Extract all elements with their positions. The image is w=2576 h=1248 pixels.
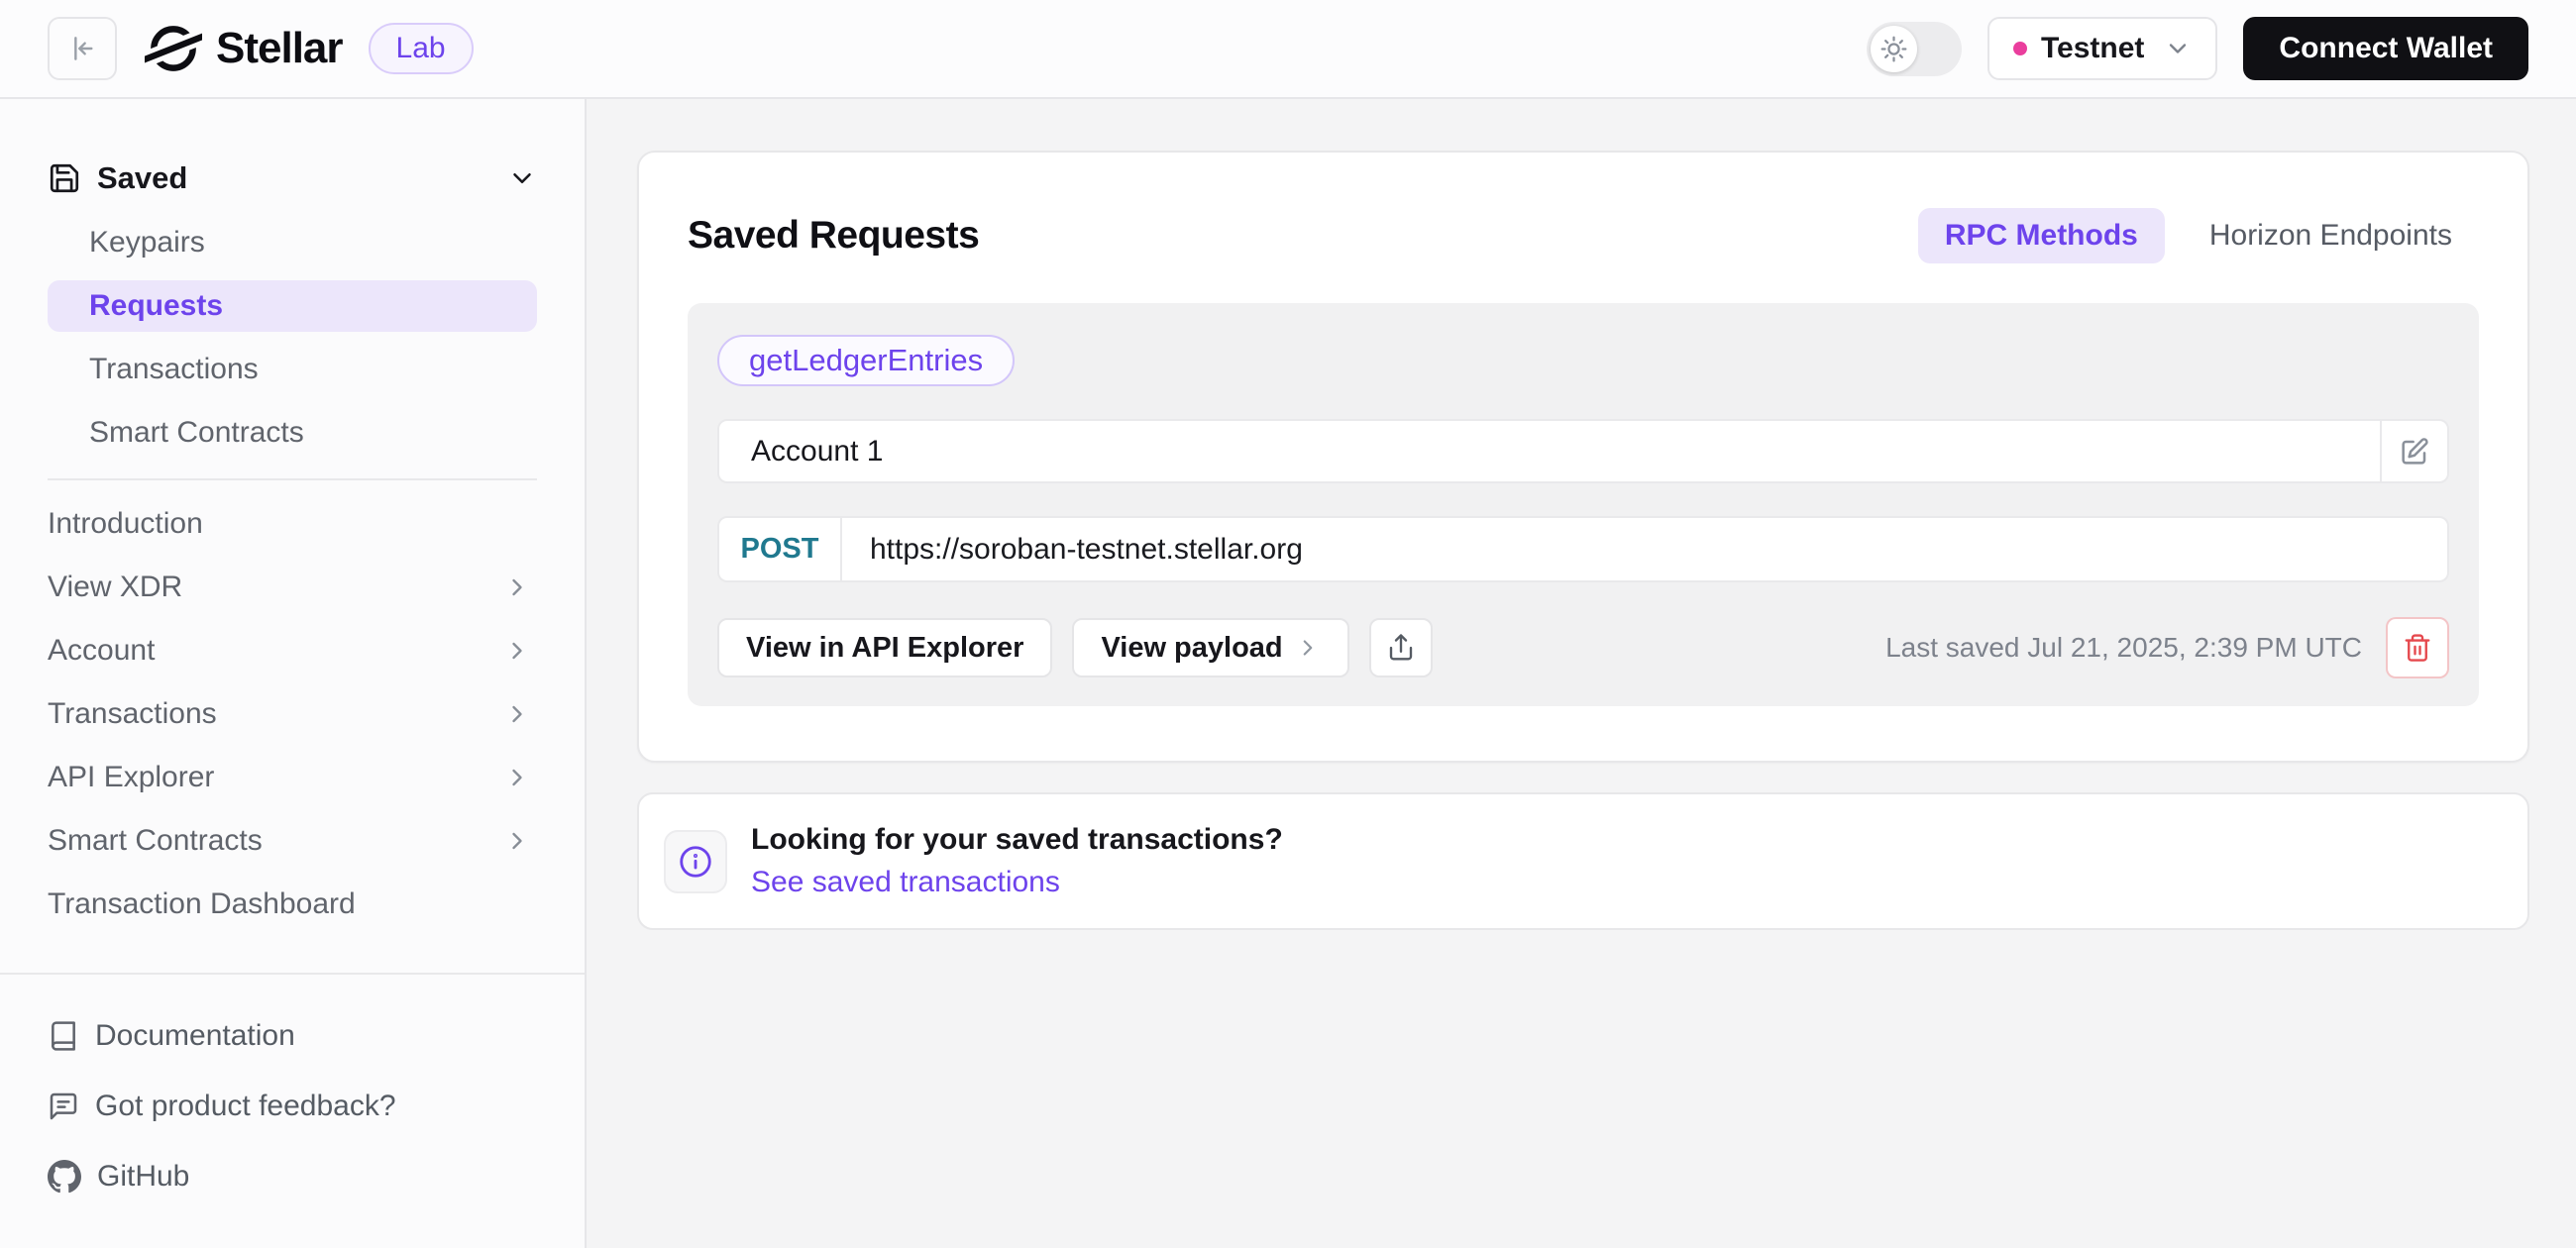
saved-requests-card: Saved Requests RPC Methods Horizon Endpo… xyxy=(637,151,2529,763)
sidebar-item-smart-contracts[interactable]: Smart Contracts xyxy=(48,407,537,459)
request-url-row: POST https://soroban-testnet.stellar.org xyxy=(717,516,2449,582)
sidebar-group-saved-label: Saved xyxy=(97,160,188,195)
http-method-label: POST xyxy=(740,533,819,565)
chevron-right-icon xyxy=(503,764,531,791)
top-header: Stellar Lab Testnet Connect Wallet xyxy=(0,0,2576,99)
connect-wallet-button[interactable]: Connect Wallet xyxy=(2243,17,2528,80)
chevron-right-icon xyxy=(1295,635,1321,661)
network-selector-label: Testnet xyxy=(2040,32,2145,64)
sidebar-item-smart-contracts-section[interactable]: Smart Contracts xyxy=(48,815,537,867)
sidebar-item-api-explorer[interactable]: API Explorer xyxy=(48,752,537,803)
sidebar-footer: Documentation Got product feedback? GitH… xyxy=(0,973,585,1248)
github-icon xyxy=(48,1160,81,1194)
info-box-title: Looking for your saved transactions? xyxy=(751,823,1283,856)
request-type-tabs: RPC Methods Horizon Endpoints xyxy=(1917,208,2479,263)
chevron-down-icon xyxy=(507,163,537,193)
chevron-right-icon xyxy=(503,637,531,665)
request-actions-row: View in API Explorer View payload Last s… xyxy=(717,617,2449,678)
collapse-sidebar-icon xyxy=(66,33,98,64)
sidebar-item-transaction-dashboard[interactable]: Transaction Dashboard xyxy=(48,879,537,930)
sidebar: Saved Keypairs Requests Transactions Sma… xyxy=(0,99,587,1248)
view-payload-button[interactable]: View payload xyxy=(1072,618,1349,677)
saved-transactions-info-box: Looking for your saved transactions? See… xyxy=(637,792,2529,930)
see-saved-transactions-link[interactable]: See saved transactions xyxy=(751,866,1283,899)
theme-toggle[interactable] xyxy=(1866,21,1962,76)
share-request-button[interactable] xyxy=(1368,618,1433,677)
main-content: Saved Requests RPC Methods Horizon Endpo… xyxy=(587,99,2576,1248)
feedback-icon xyxy=(48,1091,79,1122)
sidebar-item-feedback[interactable]: Got product feedback? xyxy=(48,1079,537,1134)
sidebar-divider xyxy=(48,478,537,480)
collapse-sidebar-button[interactable] xyxy=(48,17,117,80)
chevron-down-icon xyxy=(2164,35,2192,62)
sidebar-item-transactions-section[interactable]: Transactions xyxy=(48,688,537,740)
view-in-api-explorer-button[interactable]: View in API Explorer xyxy=(717,618,1053,677)
sidebar-item-account[interactable]: Account xyxy=(48,625,537,676)
sidebar-item-requests[interactable]: Requests xyxy=(48,280,537,332)
edit-name-button[interactable] xyxy=(2380,421,2447,481)
trash-icon xyxy=(2403,633,2432,663)
sidebar-item-introduction[interactable]: Introduction xyxy=(48,498,537,550)
sidebar-item-documentation[interactable]: Documentation xyxy=(48,1008,537,1064)
chevron-right-icon xyxy=(503,573,531,601)
stellar-logo[interactable]: Stellar xyxy=(145,24,344,73)
save-icon xyxy=(48,161,81,195)
request-url: https://soroban-testnet.stellar.org xyxy=(870,532,1303,566)
tab-rpc-methods[interactable]: RPC Methods xyxy=(1917,208,2165,263)
network-status-dot xyxy=(2012,42,2027,55)
last-saved-timestamp: Last saved Jul 21, 2025, 2:39 PM UTC xyxy=(1885,632,2362,663)
brand-wordmark: Stellar xyxy=(216,24,344,72)
lab-badge: Lab xyxy=(368,23,474,74)
info-icon-box xyxy=(664,829,727,893)
sidebar-item-keypairs[interactable]: Keypairs xyxy=(48,217,537,268)
tab-horizon-endpoints[interactable]: Horizon Endpoints xyxy=(2183,208,2479,263)
sun-icon xyxy=(1880,36,1907,62)
request-name-row: Account 1 xyxy=(717,419,2449,483)
stellar-logo-icon xyxy=(145,24,202,73)
sidebar-item-view-xdr[interactable]: View XDR xyxy=(48,562,537,613)
chevron-right-icon xyxy=(503,700,531,728)
sidebar-item-transactions[interactable]: Transactions xyxy=(48,344,537,395)
request-name: Account 1 xyxy=(751,434,884,468)
chevron-right-icon xyxy=(503,827,531,855)
share-icon xyxy=(1386,633,1416,663)
rpc-method-badge: getLedgerEntries xyxy=(717,335,1016,386)
page-title: Saved Requests xyxy=(688,214,980,257)
saved-request-item: getLedgerEntries Account 1 POST https://… xyxy=(688,303,2479,706)
sidebar-item-github[interactable]: GitHub xyxy=(48,1149,537,1204)
sidebar-group-saved[interactable]: Saved xyxy=(48,155,537,202)
network-selector[interactable]: Testnet xyxy=(1986,17,2218,80)
edit-icon xyxy=(2399,436,2430,468)
info-icon xyxy=(678,844,713,880)
delete-request-button[interactable] xyxy=(2386,617,2449,678)
book-icon xyxy=(48,1020,79,1052)
